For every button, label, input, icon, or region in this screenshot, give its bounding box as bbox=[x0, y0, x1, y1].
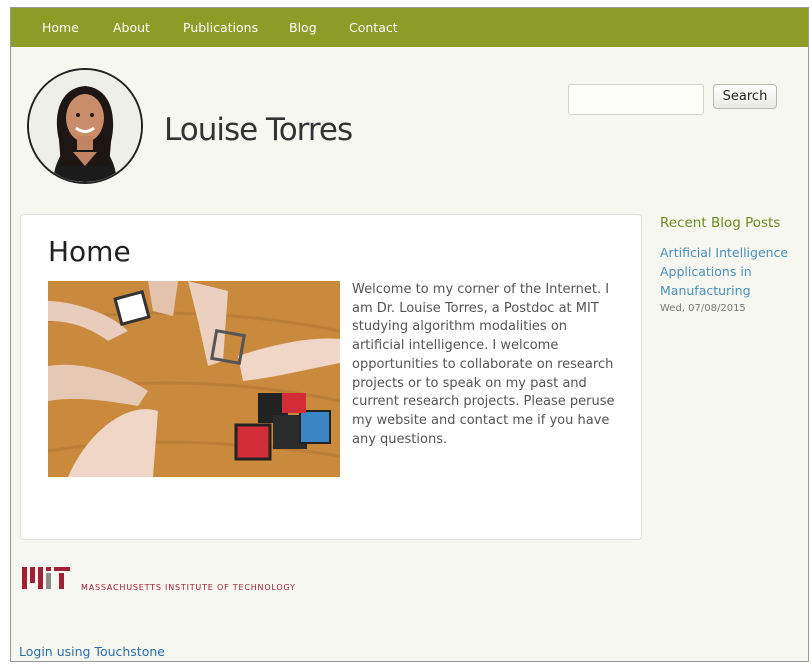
profile-photo-icon bbox=[29, 70, 141, 182]
intro-paragraph: Welcome to my corner of the Internet. I … bbox=[352, 282, 615, 447]
search-input[interactable] bbox=[568, 84, 704, 115]
nav-blog-link[interactable]: Blog bbox=[289, 20, 317, 35]
nav-contact-link[interactable]: Contact bbox=[349, 20, 398, 35]
nav-about-link[interactable]: About bbox=[113, 20, 150, 35]
main-content-card: Home Welcome to my corner of the Interne… bbox=[20, 214, 642, 540]
profile-avatar bbox=[27, 68, 143, 184]
nav-home-link[interactable]: Home bbox=[42, 20, 79, 35]
top-navigation: Home About Publications Blog Contact bbox=[11, 8, 808, 47]
search-button[interactable]: Search bbox=[713, 84, 777, 109]
page-title: Home bbox=[48, 235, 131, 268]
site-title: Louise Torres bbox=[164, 112, 353, 148]
hero-image bbox=[48, 281, 340, 477]
blog-post-date: Wed, 07/08/2015 bbox=[660, 303, 746, 314]
page-frame: Home About Publications Blog Contact Lou… bbox=[10, 7, 809, 662]
mit-logo-icon[interactable] bbox=[22, 567, 72, 589]
nav-publications-link[interactable]: Publications bbox=[183, 20, 258, 35]
recent-posts-heading: Recent Blog Posts bbox=[660, 215, 781, 231]
blog-post-link[interactable]: Artificial Intelligence Applications in … bbox=[660, 243, 800, 300]
login-touchstone-link[interactable]: Login using Touchstone bbox=[19, 644, 165, 659]
institution-name: MASSACHUSETTS INSTITUTE OF TECHNOLOGY bbox=[81, 583, 296, 592]
robot-cubes-photo-icon bbox=[48, 281, 340, 477]
